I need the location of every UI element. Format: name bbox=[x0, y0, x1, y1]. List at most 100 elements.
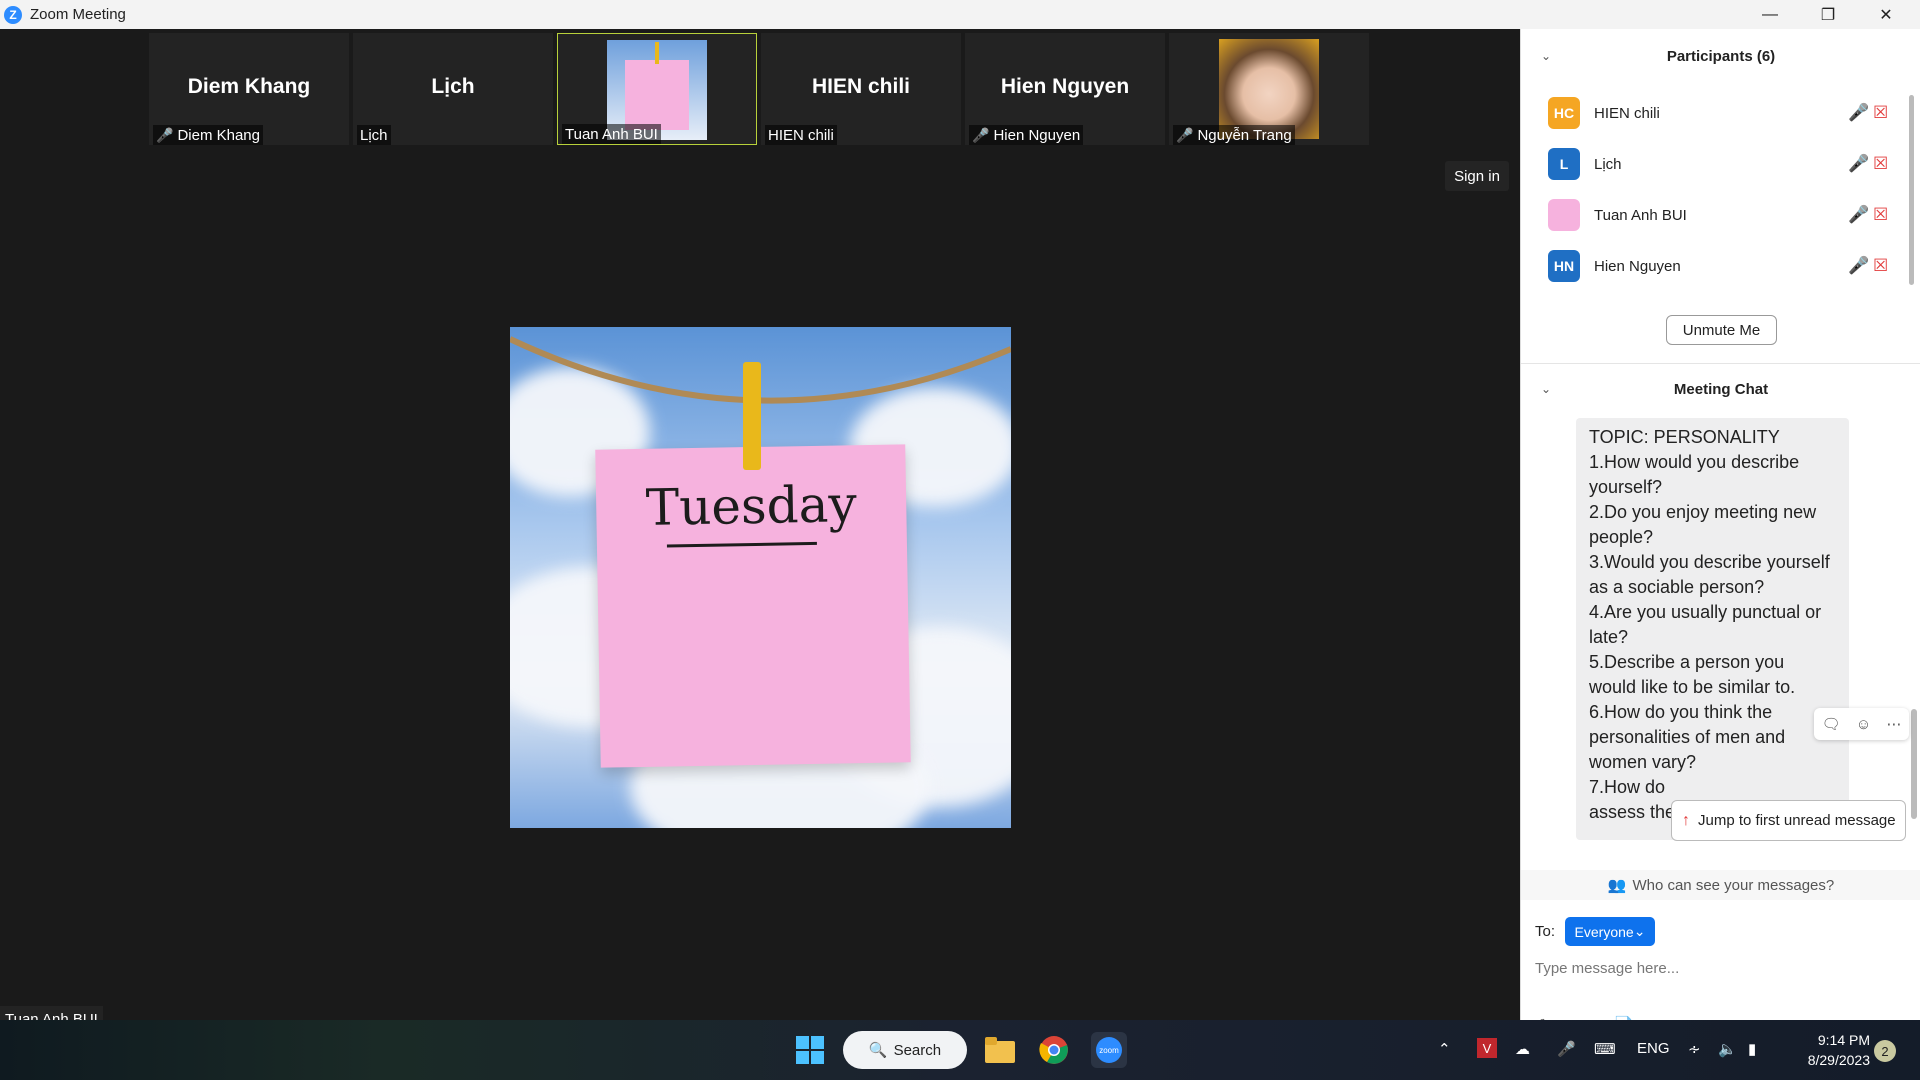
avatar bbox=[1548, 199, 1580, 231]
window-title: Zoom Meeting bbox=[30, 6, 126, 23]
language-indicator[interactable]: ENG bbox=[1637, 1040, 1670, 1057]
sticky-note: Tuesday bbox=[595, 444, 911, 768]
chat-message-input[interactable] bbox=[1535, 953, 1905, 983]
video-off-icon[interactable]: ☒ bbox=[1873, 103, 1888, 123]
video-tile[interactable]: Hien Nguyen 🎤 Hien Nguyen bbox=[965, 33, 1165, 145]
video-tile[interactable]: HIEN chili HIEN chili bbox=[761, 33, 961, 145]
tile-name: Nguyễn Trang bbox=[1197, 126, 1292, 144]
notification-badge[interactable]: 2 bbox=[1874, 1040, 1896, 1062]
zoom-app-icon[interactable]: zoom bbox=[1091, 1032, 1127, 1068]
to-label: To: bbox=[1535, 923, 1556, 940]
chat-line: 2.Do you enjoy meeting new people? bbox=[1589, 502, 1822, 547]
tile-name: Tuan Anh BUI bbox=[565, 125, 658, 143]
windows-start-icon[interactable] bbox=[792, 1032, 828, 1068]
participant-name: Lịch bbox=[1594, 155, 1622, 173]
side-panel: ⌄ Participants (6) HC HIEN chili 🎤 ☒ L L… bbox=[1520, 29, 1920, 1035]
chat-visibility-notice[interactable]: 👥 Who can see your messages? bbox=[1521, 870, 1920, 900]
avatar: L bbox=[1548, 148, 1580, 180]
video-off-icon[interactable]: ☒ bbox=[1873, 256, 1888, 276]
participant-name: Tuan Anh BUI bbox=[1594, 206, 1687, 224]
mic-muted-icon: 🎤 bbox=[156, 126, 174, 143]
tile-label: 🎤 Nguyễn Trang bbox=[1173, 125, 1295, 145]
chevron-down-icon: ⌄ bbox=[1633, 923, 1646, 939]
participants-title: Participants (6) bbox=[1666, 48, 1776, 65]
mic-muted-icon: 🎤 bbox=[1176, 126, 1194, 143]
zoom-logo-icon: Z bbox=[4, 5, 22, 24]
participant-name: Hien Nguyen bbox=[1594, 257, 1681, 275]
search-icon: 🔍 bbox=[868, 1042, 888, 1059]
restore-button[interactable]: ❐ bbox=[1806, 0, 1850, 29]
clothespin-icon bbox=[743, 362, 761, 470]
cloud-icon[interactable]: ☁ bbox=[1515, 1040, 1530, 1058]
participant-display-name: Diem Khang bbox=[187, 75, 311, 98]
people-icon: 👥 bbox=[1607, 877, 1627, 894]
taskbar-search[interactable]: 🔍 Search bbox=[843, 1031, 967, 1069]
more-icon[interactable]: ⋯ bbox=[1886, 715, 1901, 733]
microphone-icon[interactable]: 🎤 bbox=[1848, 103, 1869, 123]
minimize-button[interactable]: — bbox=[1748, 0, 1792, 29]
file-explorer-icon[interactable] bbox=[982, 1032, 1018, 1068]
title-bar: Z Zoom Meeting — ❐ ✕ bbox=[0, 0, 1920, 29]
participant-row[interactable]: HC HIEN chili 🎤 ☒ bbox=[1548, 95, 1888, 131]
note-text: Tuesday bbox=[645, 475, 858, 537]
jump-to-unread-button[interactable]: ↑ Jump to first unread message bbox=[1671, 800, 1906, 841]
close-window-button[interactable]: ✕ bbox=[1864, 0, 1908, 29]
chat-line: 6.How do you think the personalities of … bbox=[1589, 702, 1791, 772]
chat-line: 5.Describe a person you would like to be… bbox=[1589, 652, 1796, 697]
keyboard-icon[interactable]: ⌨ bbox=[1594, 1040, 1616, 1058]
wifi-icon[interactable]: ∻ bbox=[1688, 1040, 1701, 1058]
microphone-icon[interactable]: 🎤 bbox=[1848, 154, 1869, 174]
clock[interactable]: 9:14 PM 8/29/2023 bbox=[1780, 1030, 1870, 1070]
avatar: HN bbox=[1548, 250, 1580, 282]
battery-icon[interactable]: ▮ bbox=[1748, 1040, 1756, 1058]
sign-in-button[interactable]: Sign in bbox=[1445, 161, 1509, 191]
add-reaction-icon[interactable]: ☺ bbox=[1856, 716, 1871, 733]
volume-icon[interactable]: 🔈 bbox=[1718, 1040, 1737, 1058]
recipient-dropdown[interactable]: Everyone ⌄ bbox=[1565, 917, 1655, 946]
participant-display-name: Hien Nguyen bbox=[1000, 75, 1130, 98]
unmute-me-button[interactable]: Unmute Me bbox=[1666, 315, 1777, 345]
chat-line: 7.How do bbox=[1589, 777, 1666, 797]
who-can-see-text: Who can see your messages? bbox=[1632, 876, 1835, 894]
chat-title: Meeting Chat bbox=[1673, 381, 1769, 398]
time: 9:14 PM bbox=[1817, 1032, 1870, 1048]
arrow-up-icon: ↑ bbox=[1682, 811, 1690, 829]
video-tile[interactable]: 🎤 Nguyễn Trang bbox=[1169, 33, 1369, 145]
participant-display-name: Lịch bbox=[431, 75, 475, 98]
chat-message: TOPIC: PERSONALITY 1.How would you descr… bbox=[1576, 418, 1849, 840]
chrome-icon[interactable] bbox=[1036, 1032, 1072, 1068]
chevron-up-icon[interactable]: ⌃ bbox=[1438, 1040, 1451, 1058]
participant-display-name: HIEN chili bbox=[811, 75, 911, 98]
participant-name: HIEN chili bbox=[1594, 104, 1660, 122]
tile-label: 🎤 Hien Nguyen bbox=[969, 125, 1084, 145]
baby-photo bbox=[1219, 39, 1319, 139]
recipient-value: Everyone bbox=[1574, 923, 1634, 940]
app-tray-icon[interactable]: V bbox=[1477, 1038, 1497, 1058]
chat-line: TOPIC: PERSONALITY bbox=[1589, 427, 1780, 447]
date: 8/29/2023 bbox=[1807, 1052, 1870, 1068]
tile-name: Diem Khang bbox=[177, 126, 260, 144]
shared-screen-image: Tuesday bbox=[510, 327, 1011, 828]
participant-row[interactable]: HN Hien Nguyen 🎤 ☒ bbox=[1548, 248, 1888, 284]
tile-label: Tuan Anh BUI bbox=[562, 124, 661, 144]
participant-row[interactable]: L Lịch 🎤 ☒ bbox=[1548, 146, 1888, 182]
video-off-icon[interactable]: ☒ bbox=[1873, 205, 1888, 225]
mic-muted-icon[interactable]: 🎤 bbox=[1848, 256, 1869, 276]
mic-muted-icon: 🎤 bbox=[972, 126, 990, 143]
video-off-icon[interactable]: ☒ bbox=[1873, 154, 1888, 174]
participants-scrollbar[interactable] bbox=[1909, 95, 1914, 285]
note-underline bbox=[666, 541, 817, 548]
video-tile[interactable]: Lịch Lịch bbox=[353, 33, 553, 145]
chat-scrollbar[interactable] bbox=[1911, 709, 1917, 819]
tile-label: Lịch bbox=[357, 125, 391, 145]
chat-line: 4.Are you usually punctual or late? bbox=[1589, 602, 1827, 647]
search-label: Search bbox=[893, 1041, 942, 1059]
reply-icon[interactable]: 🗨 bbox=[1822, 715, 1841, 733]
divider bbox=[1521, 363, 1920, 364]
video-tile[interactable]: Diem Khang 🎤 Diem Khang bbox=[149, 33, 349, 145]
microphone-icon[interactable]: 🎤 bbox=[1557, 1040, 1576, 1058]
taskbar: 🔍 Search zoom ⌃ V ☁ 🎤 ⌨ ENG ∻ 🔈 ▮ 9:14 P… bbox=[0, 1020, 1920, 1080]
microphone-icon[interactable]: 🎤 bbox=[1848, 205, 1869, 225]
video-tile-active-speaker[interactable]: Tuan Anh BUI bbox=[557, 33, 757, 145]
participant-row[interactable]: Tuan Anh BUI 🎤 ☒ bbox=[1548, 197, 1888, 233]
